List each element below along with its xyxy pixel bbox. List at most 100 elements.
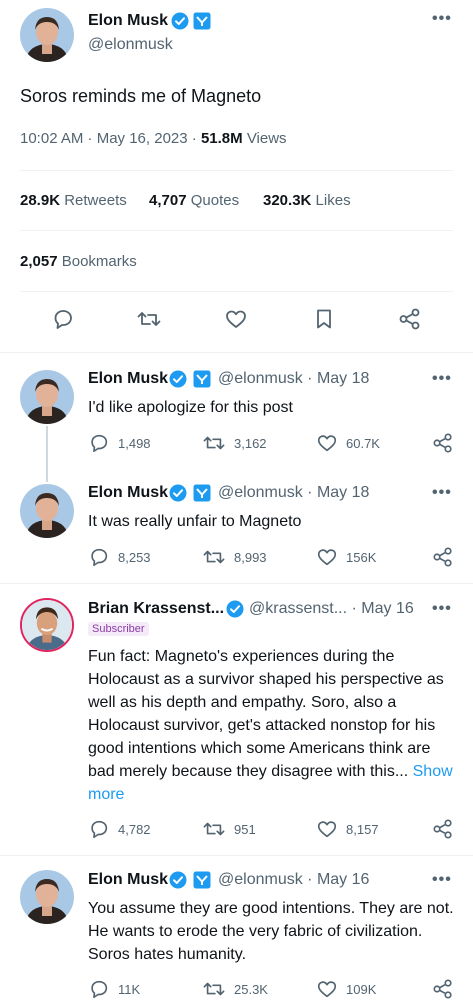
like-action[interactable]: 109K (316, 978, 376, 1000)
reply-text: Fun fact: Magneto's experiences during t… (88, 645, 458, 806)
reply-action[interactable]: 11K (88, 978, 140, 1000)
share-action[interactable] (432, 546, 454, 568)
bookmark-icon[interactable] (312, 307, 336, 336)
retweet-count: 3,162 (234, 435, 267, 451)
retweet-icon (203, 982, 225, 996)
text-line: good intentions which some Americans thi… (88, 740, 431, 757)
reply-text: I'd like apologize for this post (88, 399, 293, 416)
reply-icon[interactable] (51, 307, 75, 336)
share-icon (433, 819, 452, 839)
avatar[interactable] (20, 484, 74, 538)
retweet-count: 25.3K (234, 981, 268, 997)
share-icon (433, 547, 452, 567)
divider (20, 230, 453, 231)
text-line: He wants to erode the very fabric of civ… (88, 923, 423, 940)
reply-count: 8,253 (118, 549, 151, 565)
tweet-date[interactable]: · May 18 (307, 370, 369, 387)
avatar[interactable] (20, 370, 74, 424)
like-action[interactable]: 156K (316, 546, 376, 568)
more-options-icon[interactable]: ••• (432, 600, 452, 618)
author-name[interactable]: Elon Musk (88, 871, 168, 889)
text-line: Holocaust as a survivor shaped his persp… (88, 671, 444, 688)
affiliate-badge-icon (193, 484, 211, 502)
reply-text: It was really unfair to Magneto (88, 513, 302, 530)
bookmarks-stat[interactable]: 2,057 Bookmarks (20, 253, 137, 270)
like-icon (317, 435, 337, 452)
handle-text[interactable]: @elonmusk (218, 871, 303, 888)
like-icon (317, 549, 337, 566)
author-name[interactable]: Elon Musk (88, 370, 168, 388)
like-action[interactable]: 60.7K (316, 432, 380, 454)
show-more-link[interactable]: Show (413, 763, 453, 780)
retweet-count: 8,993 (234, 549, 267, 565)
handle-text[interactable]: @krassenst... (249, 600, 347, 617)
avatar[interactable] (20, 598, 74, 652)
reply-count: 1,498 (118, 435, 151, 451)
divider (20, 170, 453, 171)
more-options-icon[interactable]: ••• (432, 484, 452, 502)
retweet-icon (203, 822, 225, 836)
more-options-icon[interactable]: ••• (432, 10, 452, 28)
verified-badge-icon (169, 370, 187, 388)
verified-badge-icon (169, 871, 187, 889)
views-label: Views (246, 130, 287, 147)
tweet-time[interactable]: 10:02 AM · May 16, 2023 · (20, 130, 197, 147)
retweet-action[interactable]: 25.3K (202, 978, 268, 1000)
share-action[interactable] (432, 978, 454, 1000)
text-line: well as his depth and empathy. Soro, als… (88, 694, 397, 711)
share-icon (433, 433, 452, 453)
retweet-action[interactable]: 3,162 (202, 432, 267, 454)
avatar[interactable] (20, 870, 74, 924)
more-options-icon[interactable]: ••• (432, 871, 452, 889)
author-handle: @elonmusk · May 18 (218, 370, 369, 388)
show-more-link[interactable]: more (88, 783, 458, 806)
quotes-stat[interactable]: 4,707 Quotes (149, 192, 239, 209)
divider (0, 855, 473, 856)
author-name[interactable]: Brian Krassenst... (88, 600, 224, 618)
share-action[interactable] (432, 432, 454, 454)
avatar[interactable] (20, 8, 74, 62)
tweet-date[interactable]: · May 18 (307, 484, 369, 501)
tweet-date[interactable]: · May 16 (307, 871, 369, 888)
retweet-action[interactable]: 8,993 (202, 546, 267, 568)
thread-line (46, 426, 48, 482)
reply-icon (91, 548, 108, 567)
like-icon (317, 821, 337, 838)
author-handle: @krassenst... · May 16 (249, 600, 414, 618)
text-line: Fun fact: Magneto's experiences during t… (88, 648, 395, 665)
verified-badge-icon (171, 12, 189, 30)
author-name[interactable]: Elon Musk (88, 484, 168, 502)
like-action[interactable]: 8,157 (316, 818, 379, 840)
like-count: 109K (346, 981, 377, 997)
divider (0, 352, 473, 353)
affiliate-badge-icon (193, 370, 211, 388)
handle-text[interactable]: @elonmusk (218, 370, 303, 387)
text-line: Soros hates humanity. (88, 946, 247, 963)
author-name[interactable]: Elon Musk (88, 12, 168, 30)
affiliate-badge-icon (193, 871, 211, 889)
text-line: Holocaust survivor, get's attacked nonst… (88, 717, 436, 734)
like-icon (317, 981, 337, 998)
retweet-action[interactable]: 951 (202, 818, 256, 840)
verified-badge-icon (169, 484, 187, 502)
retweets-stat[interactable]: 28.9K Retweets (20, 192, 127, 209)
likes-stat[interactable]: 320.3K Likes (263, 192, 351, 209)
affiliate-badge-icon (193, 12, 211, 30)
retweet-icon[interactable] (136, 307, 162, 336)
handle-text[interactable]: @elonmusk (218, 484, 303, 501)
tweet-text: Soros reminds me of Magneto (20, 86, 262, 106)
retweet-icon (203, 436, 225, 450)
divider (20, 291, 453, 292)
reply-count: 11K (118, 981, 141, 997)
share-action[interactable] (432, 818, 454, 840)
share-icon (433, 979, 452, 999)
tweet-date[interactable]: · May 16 (352, 600, 414, 617)
reply-action[interactable]: 1,498 (88, 432, 151, 454)
reply-action[interactable]: 4,782 (88, 818, 151, 840)
reply-action[interactable]: 8,253 (88, 546, 151, 568)
more-options-icon[interactable]: ••• (432, 370, 452, 388)
author-handle: @elonmusk · May 16 (218, 871, 369, 889)
author-handle[interactable]: @elonmusk (88, 36, 173, 54)
like-icon[interactable] (224, 307, 248, 336)
share-icon[interactable] (398, 307, 422, 336)
